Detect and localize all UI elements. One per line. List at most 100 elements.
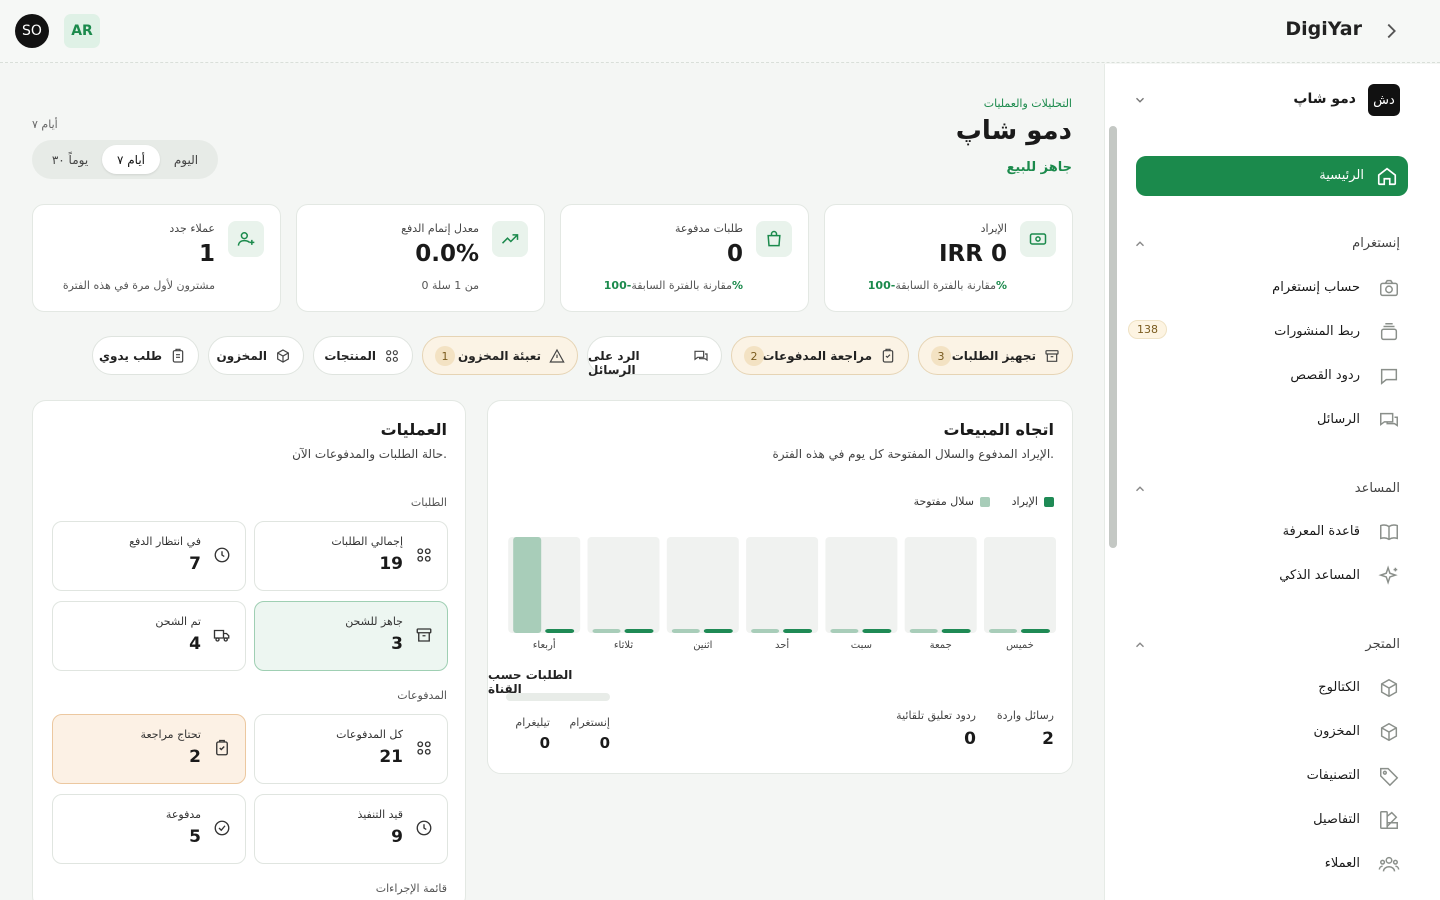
stat-value: 0 bbox=[599, 734, 610, 752]
bar-open-carts[interactable] bbox=[909, 629, 938, 633]
stat-value: 0 bbox=[539, 734, 550, 752]
sidebar-item-customers[interactable]: العملاء bbox=[1128, 849, 1400, 879]
chevron-down-icon[interactable] bbox=[1133, 93, 1147, 107]
bar-revenue[interactable] bbox=[783, 629, 813, 633]
action-reply-messages[interactable]: الرد على الرسائل bbox=[587, 336, 722, 377]
bar-revenue[interactable] bbox=[941, 629, 971, 633]
users-icon bbox=[1378, 853, 1400, 875]
op-card-shipped[interactable]: تم الشحن 4 bbox=[52, 601, 246, 671]
sidebar-item-categories[interactable]: التصنيفات bbox=[1128, 761, 1400, 791]
bar-revenue[interactable] bbox=[624, 629, 654, 633]
op-label: مدفوعة bbox=[165, 808, 201, 821]
legend-label: سلال مفتوحة bbox=[913, 495, 974, 508]
sales-trend-panel: اتجاه المبيعات الإيراد المدفوع والسلال ا… bbox=[487, 400, 1073, 774]
sidebar-item-details[interactable]: التفاصيل bbox=[1128, 805, 1400, 835]
sidebar-item-label: التصنيفات bbox=[1306, 768, 1360, 783]
bar-revenue[interactable] bbox=[545, 629, 575, 633]
clipboard-icon bbox=[880, 348, 896, 364]
op-card-in-progress[interactable]: قيد التنفيذ 9 bbox=[254, 794, 448, 864]
chat-icon bbox=[1378, 365, 1400, 387]
op-card-ready-to-ship[interactable]: جاهز للشحن 3 bbox=[254, 601, 448, 671]
kpi-value: 0 bbox=[726, 241, 743, 267]
sidebar-item-home[interactable]: الرئیسیة bbox=[1136, 156, 1408, 196]
cash-icon bbox=[1020, 221, 1056, 257]
chevron-up-icon[interactable] bbox=[1133, 638, 1147, 652]
sidebar-item-label: الكتالوج bbox=[1318, 680, 1360, 695]
action-manual-order[interactable]: طلب يدوي bbox=[92, 336, 199, 375]
chevron-right-icon[interactable] bbox=[1380, 20, 1402, 42]
action-prepare-orders[interactable]: تجهيز الطلبات 3 bbox=[918, 336, 1073, 375]
palette-icon bbox=[1378, 809, 1400, 831]
range-option-30-days[interactable]: ۳۰ يوماً bbox=[38, 145, 102, 174]
bar-revenue[interactable] bbox=[703, 629, 733, 633]
op-value: 7 bbox=[189, 554, 201, 574]
bar-slot-background bbox=[984, 537, 1056, 633]
legend-item-open-carts: سلال مفتوحة bbox=[914, 495, 990, 508]
bar-slot-background bbox=[825, 537, 898, 633]
chevron-up-icon[interactable] bbox=[1133, 237, 1147, 251]
store-logo: دش bbox=[1368, 84, 1400, 116]
sidebar-item-story-replies[interactable]: ردود القصص bbox=[1128, 361, 1400, 391]
op-card-all-payments[interactable]: كل المدفوعات 21 bbox=[254, 714, 448, 784]
legend-swatch bbox=[980, 497, 990, 507]
op-card-total-orders[interactable]: إجمالي الطلبات 19 bbox=[254, 521, 448, 591]
bar-revenue[interactable] bbox=[1021, 629, 1050, 633]
kpi-sub: مقارنة بالفترة السابقة-100% bbox=[862, 279, 1007, 292]
sidebar-item-label: قاعدة المعرفة bbox=[1282, 524, 1360, 539]
user-avatar[interactable]: SO bbox=[15, 14, 49, 48]
store-name[interactable]: دمو شاپ bbox=[1293, 91, 1356, 107]
bar-open-carts[interactable] bbox=[592, 629, 621, 633]
sidebar-item-knowledge-base[interactable]: قاعدة المعرفة bbox=[1128, 517, 1400, 547]
archive-icon bbox=[415, 626, 433, 644]
sidebar-item-catalog[interactable]: الكتالوج bbox=[1128, 673, 1400, 703]
op-card-awaiting-payment[interactable]: في انتظار الدفع 7 bbox=[52, 521, 246, 591]
bar-open-carts[interactable] bbox=[830, 629, 859, 633]
sidebar-section-instagram[interactable]: إنستغرام bbox=[1352, 236, 1400, 251]
kpi-value: 1 bbox=[198, 241, 215, 267]
bar-open-carts[interactable] bbox=[989, 629, 1017, 633]
action-products[interactable]: المنتجات bbox=[313, 336, 413, 375]
sidebar-section-assistant[interactable]: المساعد bbox=[1355, 481, 1400, 496]
panel-title: اتجاه المبيعات bbox=[943, 420, 1054, 439]
action-inventory[interactable]: المخزون bbox=[208, 336, 304, 375]
sidebar-item-ai-assistant[interactable]: المساعد الذكي bbox=[1128, 561, 1400, 591]
language-switch[interactable]: AR bbox=[64, 14, 100, 48]
box-icon bbox=[1378, 721, 1400, 743]
range-option-today[interactable]: اليوم bbox=[160, 145, 212, 174]
op-value: 21 bbox=[379, 747, 403, 767]
sidebar-item-instagram-account[interactable]: حساب إنستغرام bbox=[1128, 273, 1400, 303]
kpi-value: 0.0% bbox=[415, 241, 479, 267]
bar-open-carts[interactable] bbox=[751, 629, 780, 633]
kpi-card-revenue: الإيراد IRR 0 مقارنة بالفترة السابقة-100… bbox=[824, 204, 1073, 312]
bar-open-carts[interactable] bbox=[513, 537, 542, 633]
stat-label: تيليغرام bbox=[515, 716, 550, 729]
trend-up-icon bbox=[492, 221, 528, 257]
range-option-7-days[interactable]: ۷ أيام bbox=[102, 145, 160, 174]
sidebar-item-link-posts[interactable]: ربط المنشورات 138 bbox=[1128, 317, 1400, 347]
op-card-needs-review[interactable]: تحتاج مراجعة 2 bbox=[52, 714, 246, 784]
action-label: الرد على الرسائل bbox=[588, 349, 640, 377]
action-review-payments[interactable]: مراجعة المدفوعات 2 bbox=[731, 336, 909, 375]
legend-swatch bbox=[1044, 497, 1054, 507]
op-label: قيد التنفيذ bbox=[357, 808, 403, 821]
action-restock[interactable]: تعبئة المخزون 1 bbox=[422, 336, 578, 375]
op-label: في انتظار الدفع bbox=[129, 535, 201, 548]
stat-value: 0 bbox=[964, 729, 976, 749]
check-circle-icon bbox=[213, 819, 231, 837]
messages-icon bbox=[1378, 409, 1400, 431]
panel-title: العمليات bbox=[380, 420, 447, 439]
bar-revenue[interactable] bbox=[862, 629, 892, 633]
op-card-paid[interactable]: مدفوعة 5 bbox=[52, 794, 246, 864]
sidebar-item-messages[interactable]: الرسائل bbox=[1128, 405, 1400, 435]
grid-icon bbox=[415, 739, 433, 757]
sidebar-section-store[interactable]: المتجر bbox=[1365, 637, 1400, 652]
range-selector: ۳۰ يوماً ۷ أيام اليوم bbox=[32, 140, 218, 179]
chevron-up-icon[interactable] bbox=[1133, 482, 1147, 496]
bar-open-carts[interactable] bbox=[671, 629, 700, 633]
stat-value: 2 bbox=[1042, 729, 1054, 749]
scrollbar[interactable] bbox=[1109, 126, 1117, 548]
kpi-label: الإيراد bbox=[980, 222, 1007, 235]
range-label: ۷ أيام bbox=[32, 118, 58, 131]
sidebar-item-inventory[interactable]: المخزون bbox=[1128, 717, 1400, 747]
kpi-card-checkout-rate: معدل إتمام الدفع 0.0% 0 من 1 سلة bbox=[296, 204, 545, 312]
